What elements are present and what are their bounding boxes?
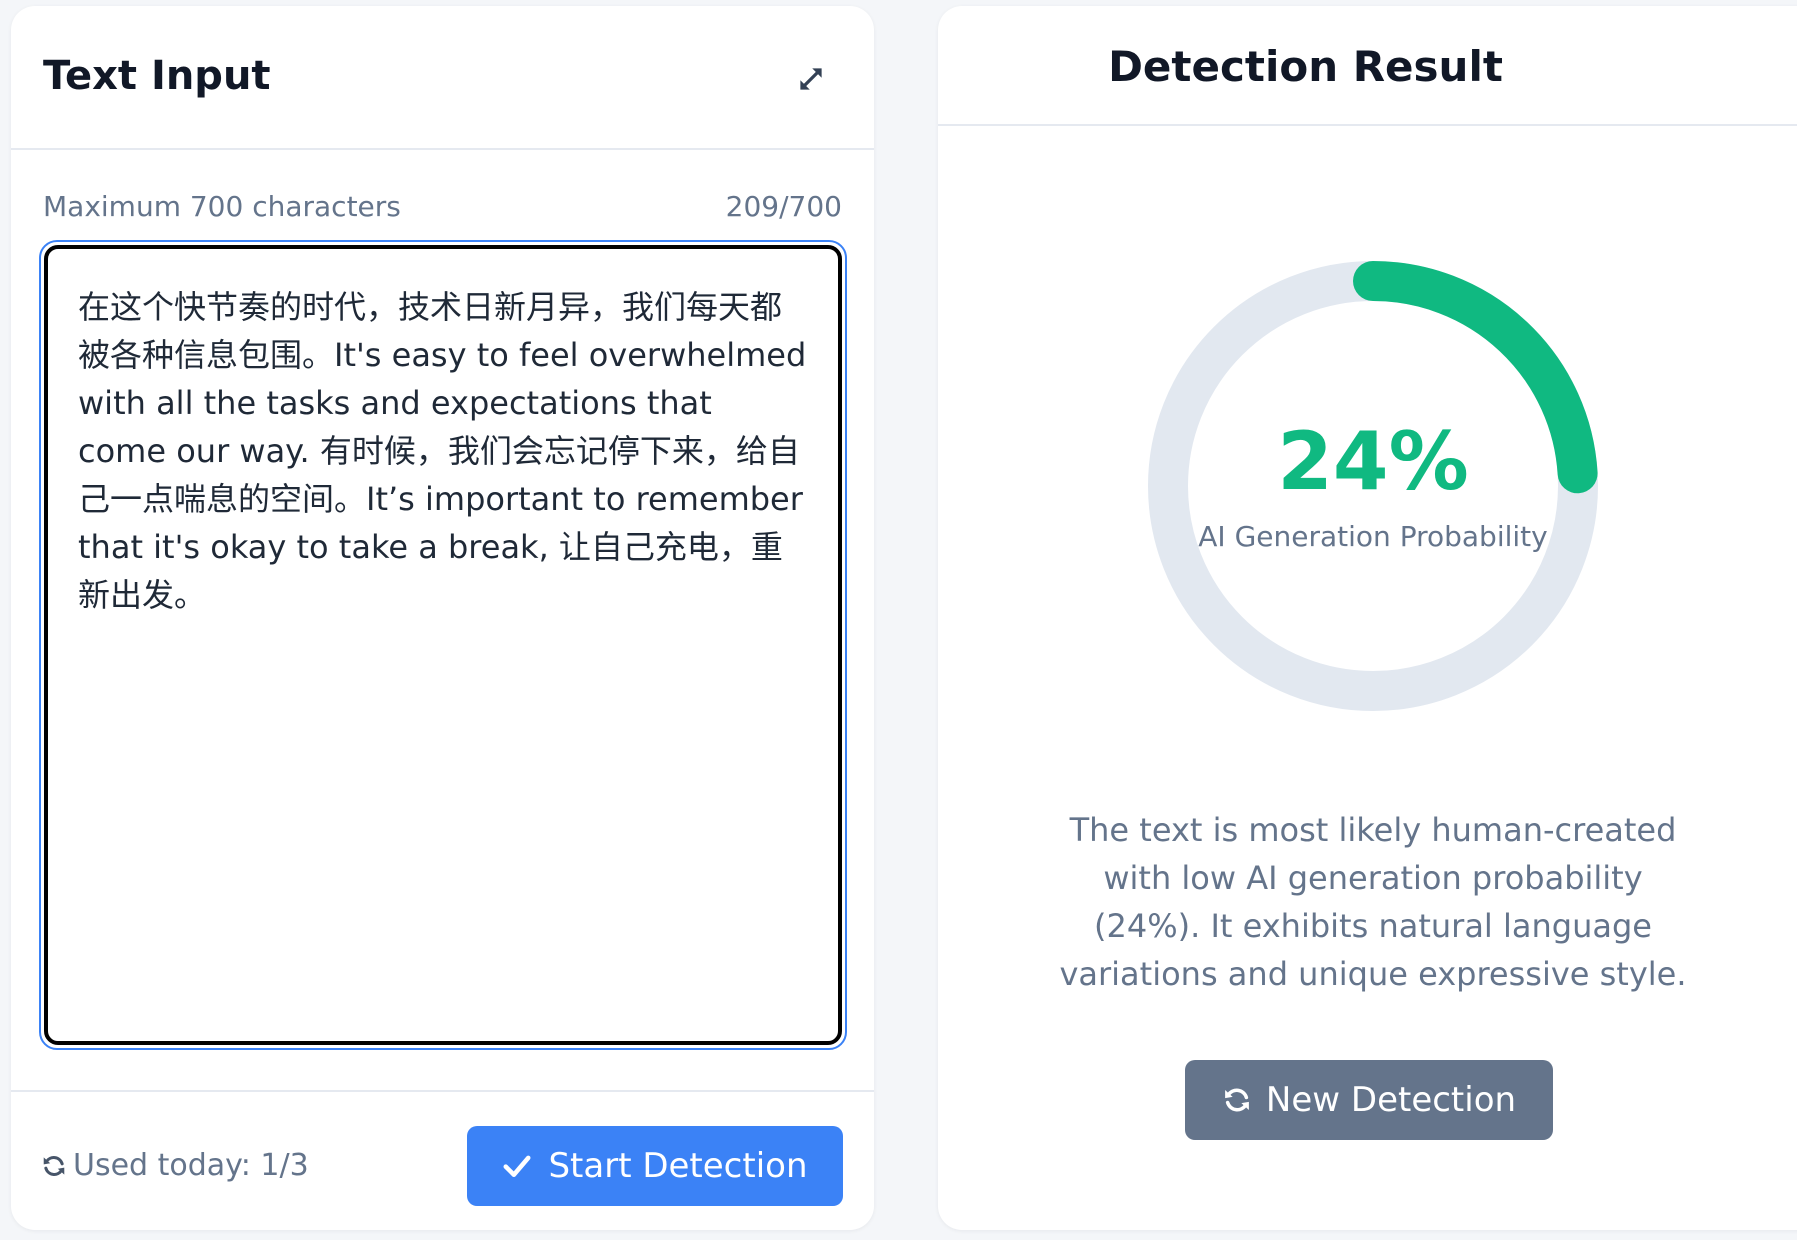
new-detection-label: New Detection (1265, 1080, 1517, 1120)
refresh-icon (43, 1156, 65, 1176)
text-input-footer: Used today: 1/3 Start Detection (11, 1090, 874, 1230)
detection-result-title: Detection Result (1108, 42, 1503, 91)
detection-result-header: Detection Result (938, 6, 1797, 126)
max-characters-label: Maximum 700 characters (43, 190, 401, 223)
probability-value: 24% (1277, 415, 1469, 509)
refresh-icon (1225, 1088, 1249, 1112)
detection-result-panel: Detection Result 24% AI Generation Proba… (938, 6, 1797, 1230)
usage-counter: Used today: 1/3 (41, 1148, 309, 1184)
text-input-field[interactable]: 在这个快节奏的时代，技术日新月异，我们每天都被各种信息包围。It's easy … (44, 245, 842, 1045)
text-input-title: Text Input (43, 53, 271, 99)
check-icon (503, 1155, 531, 1177)
usage-label: Used today: 1/3 (73, 1148, 309, 1183)
text-input-focus-ring: 在这个快节奏的时代，技术日新月异，我们每天都被各种信息包围。It's easy … (39, 240, 847, 1050)
result-description: The text is most likely human-created wi… (1059, 811, 1687, 993)
probability-caption: AI Generation Probability (1198, 520, 1548, 554)
probability-gauge: 24% AI Generation Probability (1143, 256, 1603, 716)
gauge-center-text: 24% AI Generation Probability (1143, 256, 1603, 716)
expand-arrows-icon (800, 68, 822, 90)
text-input-panel: Text Input Maximum 700 characters 209/70… (11, 6, 874, 1230)
character-counter: 209/700 (725, 190, 842, 223)
new-detection-button[interactable]: New Detection (1185, 1060, 1553, 1140)
text-input-header: Text Input (11, 6, 874, 150)
character-limit-row: Maximum 700 characters 209/700 (43, 190, 842, 224)
expand-button[interactable] (790, 58, 832, 100)
start-detection-button[interactable]: Start Detection (467, 1126, 843, 1206)
start-detection-label: Start Detection (548, 1146, 808, 1186)
